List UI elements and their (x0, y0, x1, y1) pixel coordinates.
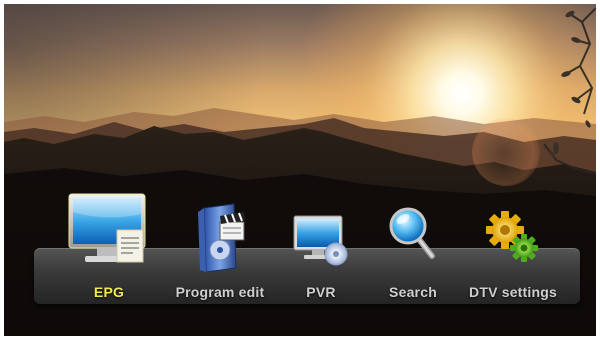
tv-disc-record-icon (286, 182, 356, 278)
magnifier-icon (378, 182, 448, 278)
tv-monitor-icon (64, 182, 154, 278)
menu-item-search[interactable]: Search (378, 182, 448, 306)
tv-screen: EPG Program edit PVR Search DTV settings (4, 4, 596, 336)
menu-label-epg: EPG (93, 284, 125, 300)
menu-label-dtv-settings: DTV settings (469, 284, 557, 300)
film-clapper-icon (174, 182, 266, 278)
gears-icon (466, 182, 560, 278)
menu-label-pvr: PVR (306, 284, 336, 300)
menu-item-program-edit[interactable]: Program edit (174, 182, 266, 306)
menu-label-program-edit: Program edit (175, 284, 265, 300)
menu-item-epg[interactable]: EPG (64, 182, 154, 306)
menu-label-search: Search (389, 284, 437, 300)
menu-item-dtv-settings[interactable]: DTV settings (466, 182, 560, 306)
menu-item-pvr[interactable]: PVR (286, 182, 356, 306)
